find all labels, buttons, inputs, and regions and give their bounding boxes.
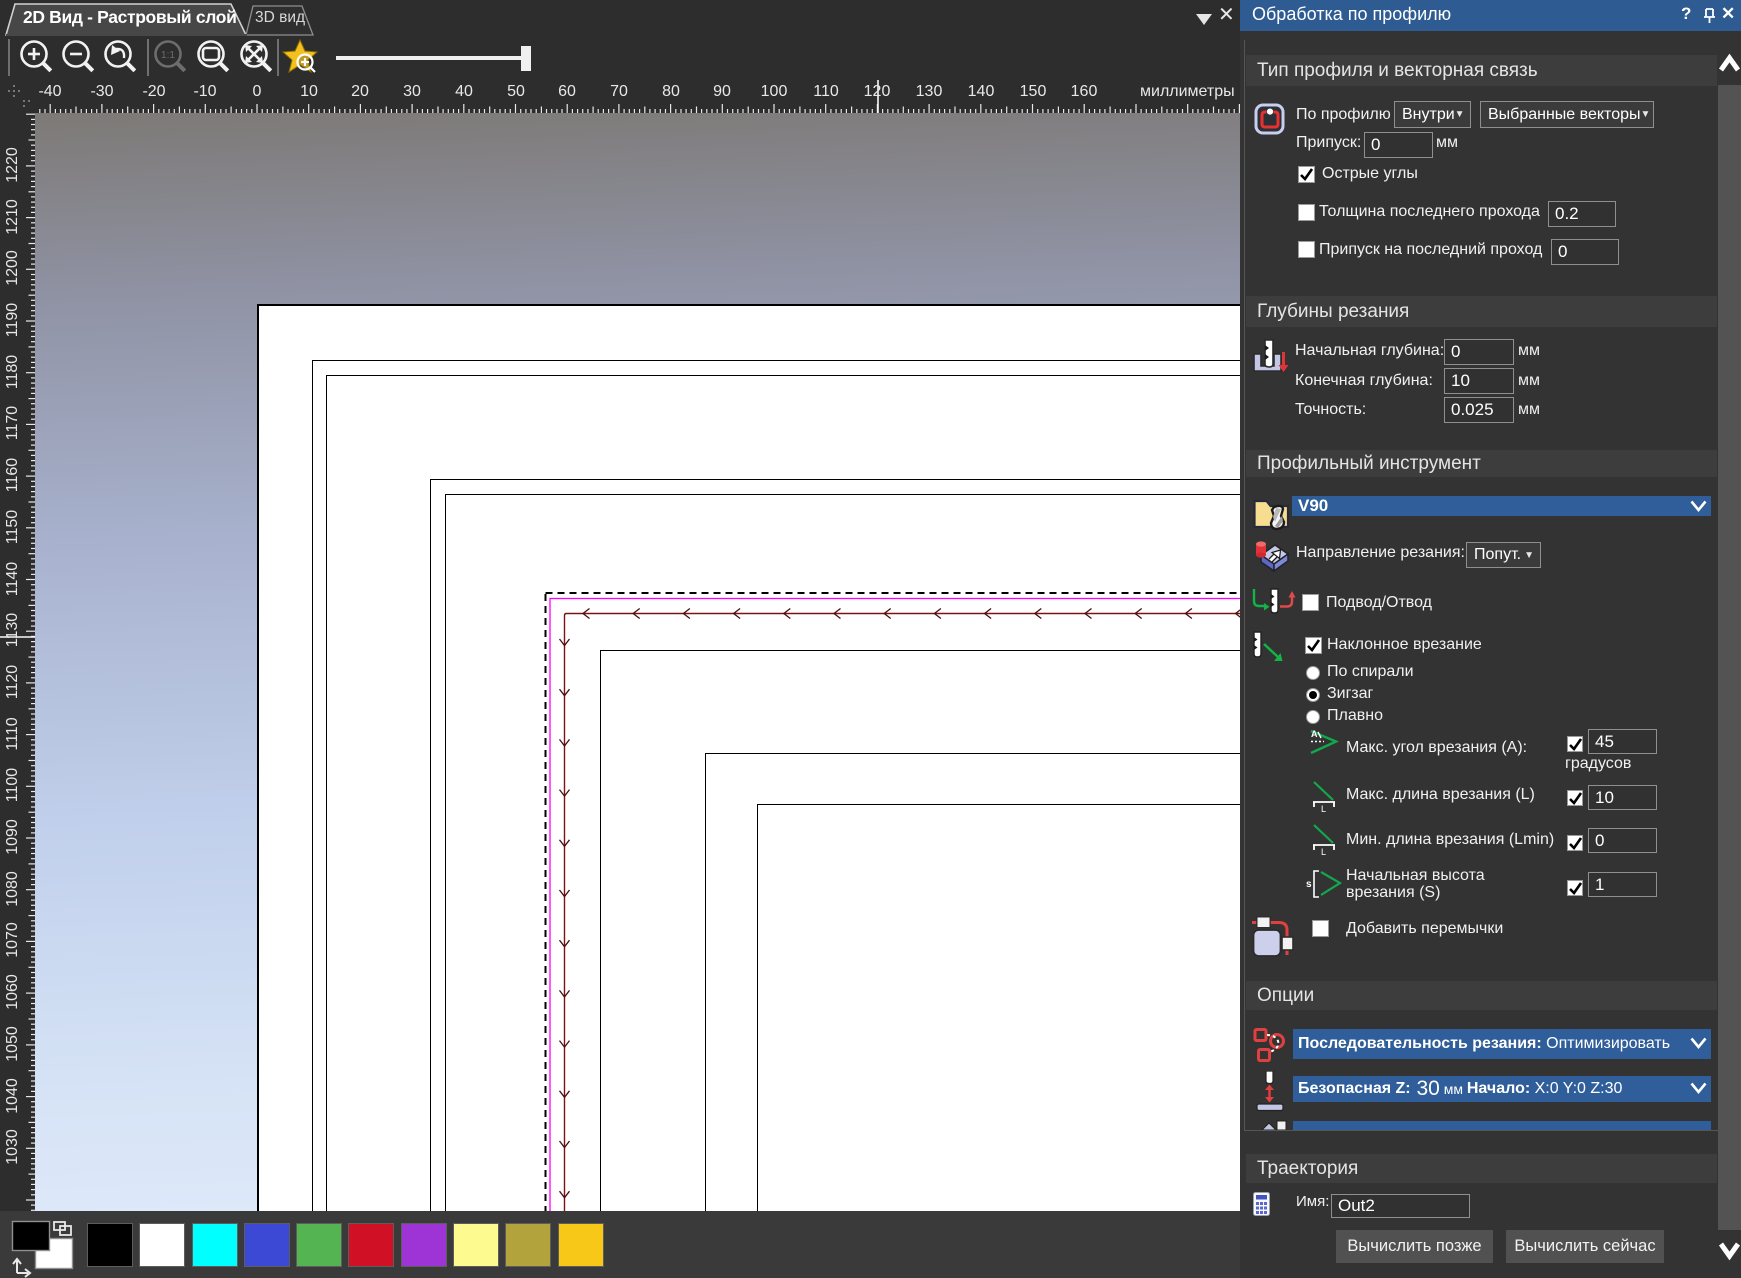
svg-text:L: L (1321, 847, 1326, 856)
svg-text:1:1: 1:1 (161, 50, 175, 61)
svg-text:L: L (1321, 804, 1326, 813)
svg-text:A: A (1311, 729, 1318, 739)
svg-text:s: s (1306, 879, 1312, 890)
